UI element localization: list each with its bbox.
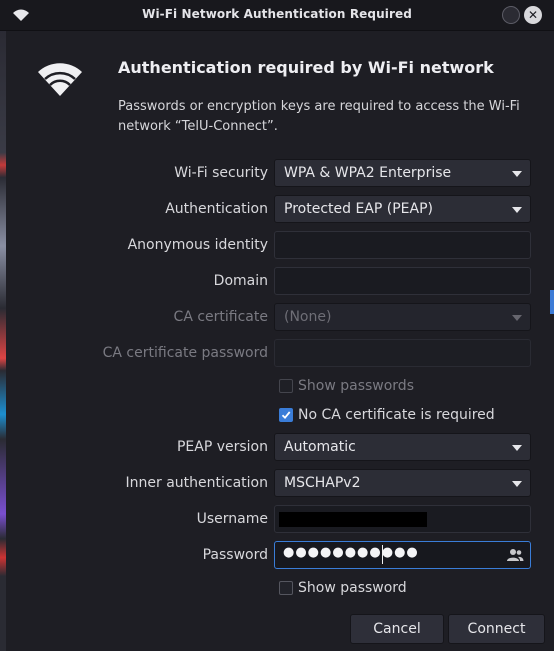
username-label: Username [196, 511, 268, 527]
peap-version-select[interactable]: Automatic [274, 433, 531, 461]
domain-label: Domain [213, 273, 268, 289]
chevron-down-icon [512, 445, 522, 451]
inner-authentication-select[interactable]: MSCHAPv2 [274, 469, 531, 497]
desktop-background-strip [0, 28, 6, 651]
show-password-checkbox[interactable] [279, 581, 293, 595]
wifi-security-label: Wi-Fi security [174, 165, 268, 181]
ca-certificate-select: (None) [274, 303, 531, 331]
peap-version-value: Automatic [284, 439, 356, 455]
inner-authentication-label: Inner authentication [125, 475, 268, 491]
checkmark-icon [281, 411, 291, 420]
chevron-down-icon [512, 481, 522, 487]
text-cursor [382, 545, 383, 564]
show-password-label[interactable]: Show password [298, 580, 407, 596]
show-passwords-label: Show passwords [298, 378, 414, 394]
desktop-background-edge [550, 290, 554, 314]
title-bar[interactable]: Wi-Fi Network Authentication Required ✕ [0, 0, 554, 31]
inner-authentication-value: MSCHAPv2 [284, 475, 361, 491]
dialog-message: Passwords or encryption keys are require… [118, 99, 520, 134]
password-label: Password [202, 547, 268, 563]
authentication-value: Protected EAP (PEAP) [284, 201, 433, 217]
ca-certificate-password-label: CA certificate password [102, 345, 268, 361]
auth-dialog: Wi-Fi Network Authentication Required ✕ … [0, 0, 554, 651]
no-ca-required-label[interactable]: No CA certificate is required [298, 407, 495, 423]
chevron-down-icon [512, 171, 522, 177]
wifi-security-select[interactable]: WPA & WPA2 Enterprise [274, 159, 531, 187]
chevron-down-icon [512, 315, 522, 321]
ca-certificate-value: (None) [284, 309, 332, 325]
wifi-security-value: WPA & WPA2 Enterprise [284, 165, 452, 181]
connect-button[interactable]: Connect [448, 614, 545, 644]
show-passwords-checkbox [279, 379, 293, 393]
authentication-select[interactable]: Protected EAP (PEAP) [274, 195, 531, 223]
dialog-heading: Authentication required by Wi-Fi network [118, 58, 494, 77]
no-ca-required-checkbox[interactable] [279, 408, 293, 422]
peap-version-label: PEAP version [176, 439, 268, 455]
redacted-username [279, 512, 427, 527]
wifi-signal-icon [38, 63, 82, 96]
chevron-down-icon [512, 207, 522, 213]
minimize-button[interactable] [502, 6, 520, 24]
cancel-button[interactable]: Cancel [350, 614, 444, 644]
ca-certificate-password-input [274, 339, 531, 367]
authentication-label: Authentication [165, 201, 268, 217]
anonymous-identity-input[interactable] [274, 231, 531, 259]
ca-certificate-label: CA certificate [173, 309, 268, 325]
close-icon: ✕ [527, 8, 539, 22]
window-title: Wi-Fi Network Authentication Required [142, 7, 412, 21]
user-group-icon[interactable] [506, 547, 524, 563]
domain-input[interactable] [274, 267, 531, 295]
close-button[interactable]: ✕ [524, 6, 542, 24]
password-masked-value: ●●●●●●●●●●● [283, 545, 419, 560]
anonymous-identity-label: Anonymous identity [127, 237, 268, 253]
